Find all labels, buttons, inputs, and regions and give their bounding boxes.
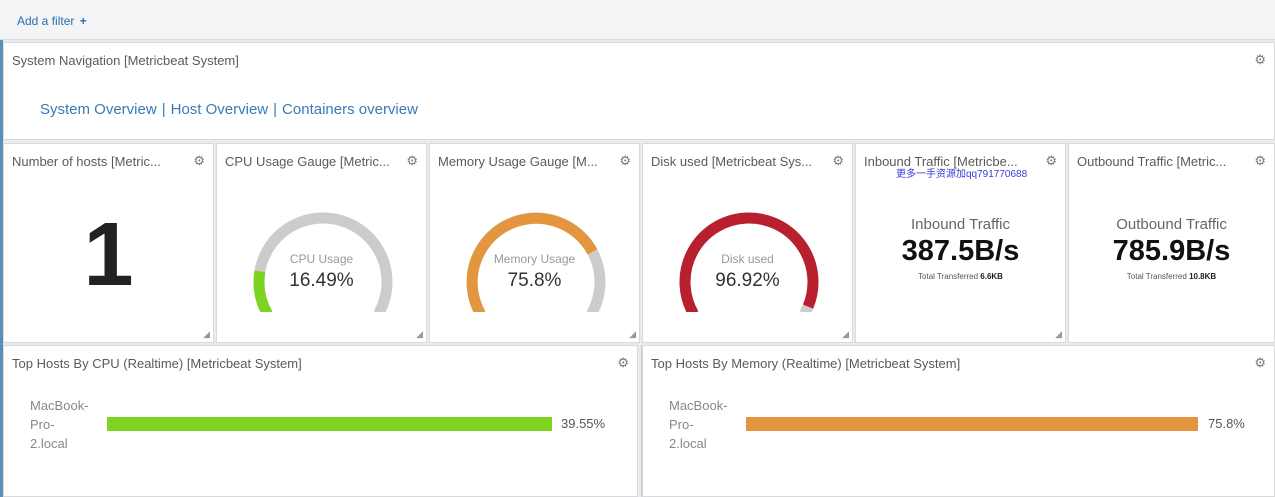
nav-links: System Overview | Host Overview | Containers… bbox=[40, 101, 418, 117]
number-of-hosts-panel: Number of hosts [Metric... ⚙ 1 ◢ bbox=[3, 143, 214, 343]
disk-used-panel: Disk used [Metricbeat Sys... ⚙ Disk used… bbox=[642, 143, 853, 343]
metric-subtext: Total Transferred 10.8KB bbox=[1069, 272, 1274, 281]
sub-value: 10.8KB bbox=[1189, 272, 1217, 281]
gear-icon[interactable]: ⚙ bbox=[832, 153, 844, 169]
sub-value: 6.6KB bbox=[980, 272, 1003, 281]
gear-icon[interactable]: ⚙ bbox=[193, 153, 205, 169]
gear-icon[interactable]: ⚙ bbox=[1045, 153, 1057, 169]
gear-icon[interactable]: ⚙ bbox=[1254, 153, 1266, 169]
containers-overview-link[interactable]: Containers overview bbox=[282, 101, 418, 117]
plus-icon: + bbox=[79, 14, 87, 28]
gauge-value: 16.49% bbox=[289, 270, 354, 291]
gauge-label: CPU Usage bbox=[289, 252, 354, 266]
hosts-count: 1 bbox=[83, 205, 134, 305]
host-overview-link[interactable]: Host Overview bbox=[171, 101, 269, 117]
resize-handle-icon[interactable]: ◢ bbox=[203, 329, 210, 340]
system-navigation-panel: System Navigation [Metricbeat System] ⚙ … bbox=[3, 42, 1275, 140]
resize-handle-icon[interactable]: ◢ bbox=[629, 329, 636, 340]
system-overview-link[interactable]: System Overview bbox=[40, 101, 157, 117]
metric-subtext: Total Transferred 6.6KB bbox=[856, 272, 1065, 281]
host-label: MacBook-Pro-2.local bbox=[669, 398, 728, 451]
bar-value: 75.8% bbox=[1208, 416, 1245, 431]
panel-title: Disk used [Metricbeat Sys... bbox=[651, 154, 813, 169]
gear-icon[interactable]: ⚙ bbox=[617, 355, 629, 371]
separator: | bbox=[273, 101, 278, 117]
panel-title: System Navigation [Metricbeat System] bbox=[12, 53, 239, 68]
gear-icon[interactable]: ⚙ bbox=[1254, 355, 1266, 371]
metric-value: 387.5B/s bbox=[901, 235, 1020, 267]
add-filter-button[interactable]: Add a filter + bbox=[17, 14, 87, 28]
top-hosts-memory-panel: Top Hosts By Memory (Realtime) [Metricbe… bbox=[641, 345, 1275, 497]
add-filter-label: Add a filter bbox=[17, 14, 75, 28]
bar-value: 39.55% bbox=[561, 416, 606, 431]
top-hosts-cpu-panel: Top Hosts By CPU (Realtime) [Metricbeat … bbox=[3, 345, 638, 497]
outbound-traffic-panel: Outbound Traffic [Metric... ⚙ Outbound T… bbox=[1068, 143, 1275, 343]
bar-track bbox=[107, 417, 552, 431]
gauge-label: Memory Usage bbox=[493, 252, 576, 266]
panel-title: CPU Usage Gauge [Metric... bbox=[225, 154, 390, 169]
filter-bar: Add a filter + bbox=[0, 0, 1275, 40]
panel-title: Top Hosts By CPU (Realtime) [Metricbeat … bbox=[12, 356, 302, 371]
memory-gauge-panel: Memory Usage Gauge [M... ⚙ Memory Usage … bbox=[429, 143, 640, 343]
panel-title: Outbound Traffic [Metric... bbox=[1077, 154, 1227, 169]
resize-handle-icon[interactable]: ◢ bbox=[416, 329, 423, 340]
gauge-value: 96.92% bbox=[715, 270, 780, 291]
gauge-label: Disk used bbox=[721, 252, 774, 266]
panel-title: Memory Usage Gauge [M... bbox=[438, 154, 598, 169]
sub-label: Total Transferred bbox=[1126, 272, 1187, 281]
gear-icon[interactable]: ⚙ bbox=[406, 153, 418, 169]
cpu-gauge-panel: CPU Usage Gauge [Metric... ⚙ CPU Usage 1… bbox=[216, 143, 427, 343]
cpu-bar[interactable] bbox=[107, 417, 552, 431]
panel-title: Top Hosts By Memory (Realtime) [Metricbe… bbox=[651, 356, 961, 371]
watermark-text: 更多一手资源加qq791770688 bbox=[896, 169, 1028, 180]
inbound-traffic-panel: Inbound Traffic [Metricbe... ⚙ 更多一手资源加qq… bbox=[855, 143, 1066, 343]
separator: | bbox=[161, 101, 166, 117]
panel-title: Number of hosts [Metric... bbox=[12, 154, 161, 169]
resize-handle-icon[interactable]: ◢ bbox=[842, 329, 849, 340]
resize-handle-icon[interactable]: ◢ bbox=[1055, 329, 1062, 340]
metric-label: Inbound Traffic bbox=[911, 216, 1010, 233]
gauge-value: 75.8% bbox=[507, 270, 562, 291]
memory-bar[interactable] bbox=[746, 417, 1198, 431]
gear-icon[interactable]: ⚙ bbox=[1254, 52, 1266, 68]
host-label: MacBook-Pro-2.local bbox=[30, 398, 89, 451]
gear-icon[interactable]: ⚙ bbox=[619, 153, 631, 169]
bar-track bbox=[746, 417, 1198, 431]
metric-label: Outbound Traffic bbox=[1116, 216, 1227, 233]
sub-label: Total Transferred bbox=[918, 272, 979, 281]
metric-value: 785.9B/s bbox=[1112, 235, 1231, 267]
